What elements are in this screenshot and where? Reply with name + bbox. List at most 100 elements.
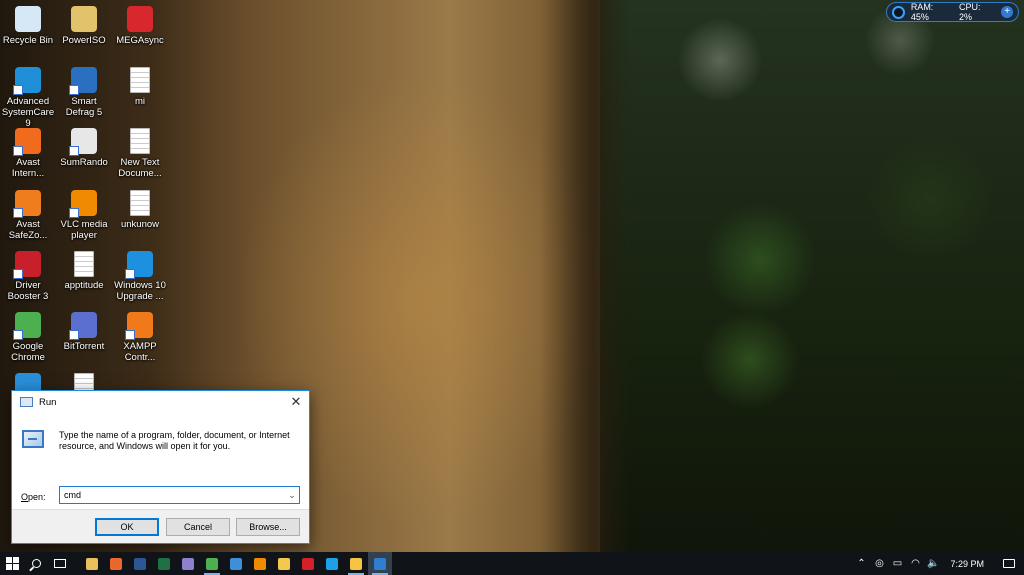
wallpaper-forest [600, 0, 1024, 552]
expand-icon[interactable]: + [1001, 6, 1013, 18]
taskbar-app-button[interactable] [200, 552, 224, 575]
wallpaper-trunk-edge [540, 0, 630, 552]
desktop-icon[interactable]: Avast Intern... [0, 128, 56, 179]
desktop-icon[interactable]: PowerISO [56, 6, 112, 46]
excel-icon [158, 557, 170, 570]
desktop-icon-label: Avast SafeZo... [8, 219, 48, 241]
cortana-app-icon [182, 557, 194, 570]
taskbar-app-button[interactable] [80, 552, 104, 575]
ok-button[interactable]: OK [95, 518, 159, 536]
taskbar-app-button[interactable] [320, 552, 344, 575]
notification-icon [1003, 559, 1015, 568]
desktop-icon[interactable]: unkunow [112, 190, 168, 230]
desktop-icon[interactable]: VLC media player [56, 190, 112, 241]
chevron-up-icon[interactable]: ⌃ [852, 552, 870, 575]
poweriso-icon [71, 6, 97, 32]
desktop-icon-label: XAMPP Contr... [123, 341, 157, 363]
search-button[interactable] [24, 552, 48, 575]
taskbar-app-button[interactable] [224, 552, 248, 575]
vlc-icon [69, 190, 97, 218]
system-monitor-widget[interactable]: RAM: 45% CPU: 2% + [886, 2, 1019, 22]
text-file-icon [130, 190, 150, 216]
smart-defrag-icon [69, 67, 97, 95]
taskbar-app-button[interactable] [368, 552, 392, 575]
task-view-button[interactable] [48, 552, 72, 575]
run-footer: OK Cancel Browse... [12, 509, 309, 543]
taskbar-app-button[interactable] [152, 552, 176, 575]
text-file-icon [130, 128, 150, 154]
driver-booster-icon [13, 251, 41, 279]
desktop-icon[interactable]: apptitude [56, 251, 112, 291]
avast-icon [13, 128, 41, 156]
clock[interactable]: 7:29 PM [942, 559, 994, 569]
desktop-icon[interactable]: New Text Docume... [112, 128, 168, 179]
taskbar-pinned-apps [72, 552, 392, 575]
wifi-icon[interactable]: ◠ [906, 552, 924, 575]
windows-logo-icon [5, 557, 19, 570]
run-dialog: Run ✕ Type the name of a program, folder… [11, 390, 310, 544]
avast-safezone-icon [13, 190, 41, 218]
desktop-icon-label: SumRando [60, 157, 108, 168]
desktop-icon-label: MEGAsync [116, 35, 164, 46]
cpu-usage: CPU: 2% [958, 2, 981, 22]
ie-icon [326, 557, 338, 570]
taskbar-app-button[interactable] [296, 552, 320, 575]
taskbar-app-button[interactable] [104, 552, 128, 575]
action-center-button[interactable] [994, 552, 1024, 575]
run-input[interactable] [60, 488, 285, 502]
xampp-icon [125, 312, 153, 340]
desktop-icon[interactable]: Avast SafeZo... [0, 190, 56, 241]
file-explorer-pinned-icon [86, 557, 98, 570]
advanced-systemcare-icon [13, 67, 41, 95]
browse-button[interactable]: Browse... [236, 518, 300, 536]
run-app-icon [22, 430, 44, 448]
task-view-icon [54, 559, 66, 568]
battery-icon[interactable]: ▭ [888, 552, 906, 575]
desktop-icon[interactable]: Windows 10 Upgrade ... [112, 251, 168, 302]
desktop-icon[interactable]: MEGAsync [112, 6, 168, 46]
desktop-icon-label: mi [134, 96, 146, 107]
chevron-down-icon[interactable]: ⌄ [285, 490, 299, 501]
desktop-icon[interactable]: Advanced SystemCare 9 [0, 67, 56, 129]
run-body: Type the name of a program, folder, docu… [12, 413, 309, 511]
start-button[interactable] [0, 552, 24, 575]
text-file-icon [74, 251, 94, 277]
desktop-icon[interactable]: Smart Defrag 5 [56, 67, 112, 118]
tray-icons: ⌃ ◎ ▭ ◠ 🔈 [852, 552, 942, 575]
desktop-icon-label: Avast Intern... [11, 157, 45, 179]
taskbar-app-button[interactable] [176, 552, 200, 575]
desktop-icon[interactable]: XAMPP Contr... [112, 312, 168, 363]
desktop-icon[interactable]: Driver Booster 3 [0, 251, 56, 302]
desktop-icon[interactable]: SumRando [56, 128, 112, 168]
run-icon [374, 557, 386, 570]
taskbar-app-button[interactable] [344, 552, 368, 575]
system-tray: ⌃ ◎ ▭ ◠ 🔈 7:29 PM [852, 552, 1024, 575]
taskbar: ⌃ ◎ ▭ ◠ 🔈 7:29 PM [0, 552, 1024, 575]
search-icon [31, 559, 41, 568]
desktop-icon-label: Advanced SystemCare 9 [1, 96, 55, 129]
desktop-icon[interactable]: Recycle Bin [0, 6, 56, 46]
taskbar-app-button[interactable] [272, 552, 296, 575]
desktop-icon-label: VLC media player [60, 219, 108, 241]
desktop-icon[interactable]: mi [112, 67, 168, 107]
close-button[interactable]: ✕ [283, 391, 309, 413]
taskbar-app-button[interactable] [128, 552, 152, 575]
run-combobox[interactable]: ⌄ [59, 486, 300, 504]
desktop-icon[interactable]: BitTorrent [56, 312, 112, 352]
run-titlebar[interactable]: Run ✕ [12, 391, 309, 413]
sumrando-icon [69, 128, 97, 156]
text-file-icon [130, 67, 150, 93]
desktop-icon-label: unkunow [120, 219, 160, 230]
chrome-icon [13, 312, 41, 340]
desktop-icon-label: New Text Docume... [118, 157, 162, 179]
desktop-icon-label: PowerISO [62, 35, 106, 46]
cloud-sync-icon[interactable]: ◎ [870, 552, 888, 575]
desktop-icon[interactable]: Google Chrome [0, 312, 56, 363]
ram-usage: RAM: 45% [910, 2, 934, 22]
cancel-button[interactable]: Cancel [166, 518, 230, 536]
taskbar-app-button[interactable] [248, 552, 272, 575]
volume-icon[interactable]: 🔈 [924, 552, 942, 575]
folder-icon [350, 557, 362, 570]
run-title: Run [39, 396, 57, 408]
run-description: Type the name of a program, folder, docu… [59, 430, 290, 451]
